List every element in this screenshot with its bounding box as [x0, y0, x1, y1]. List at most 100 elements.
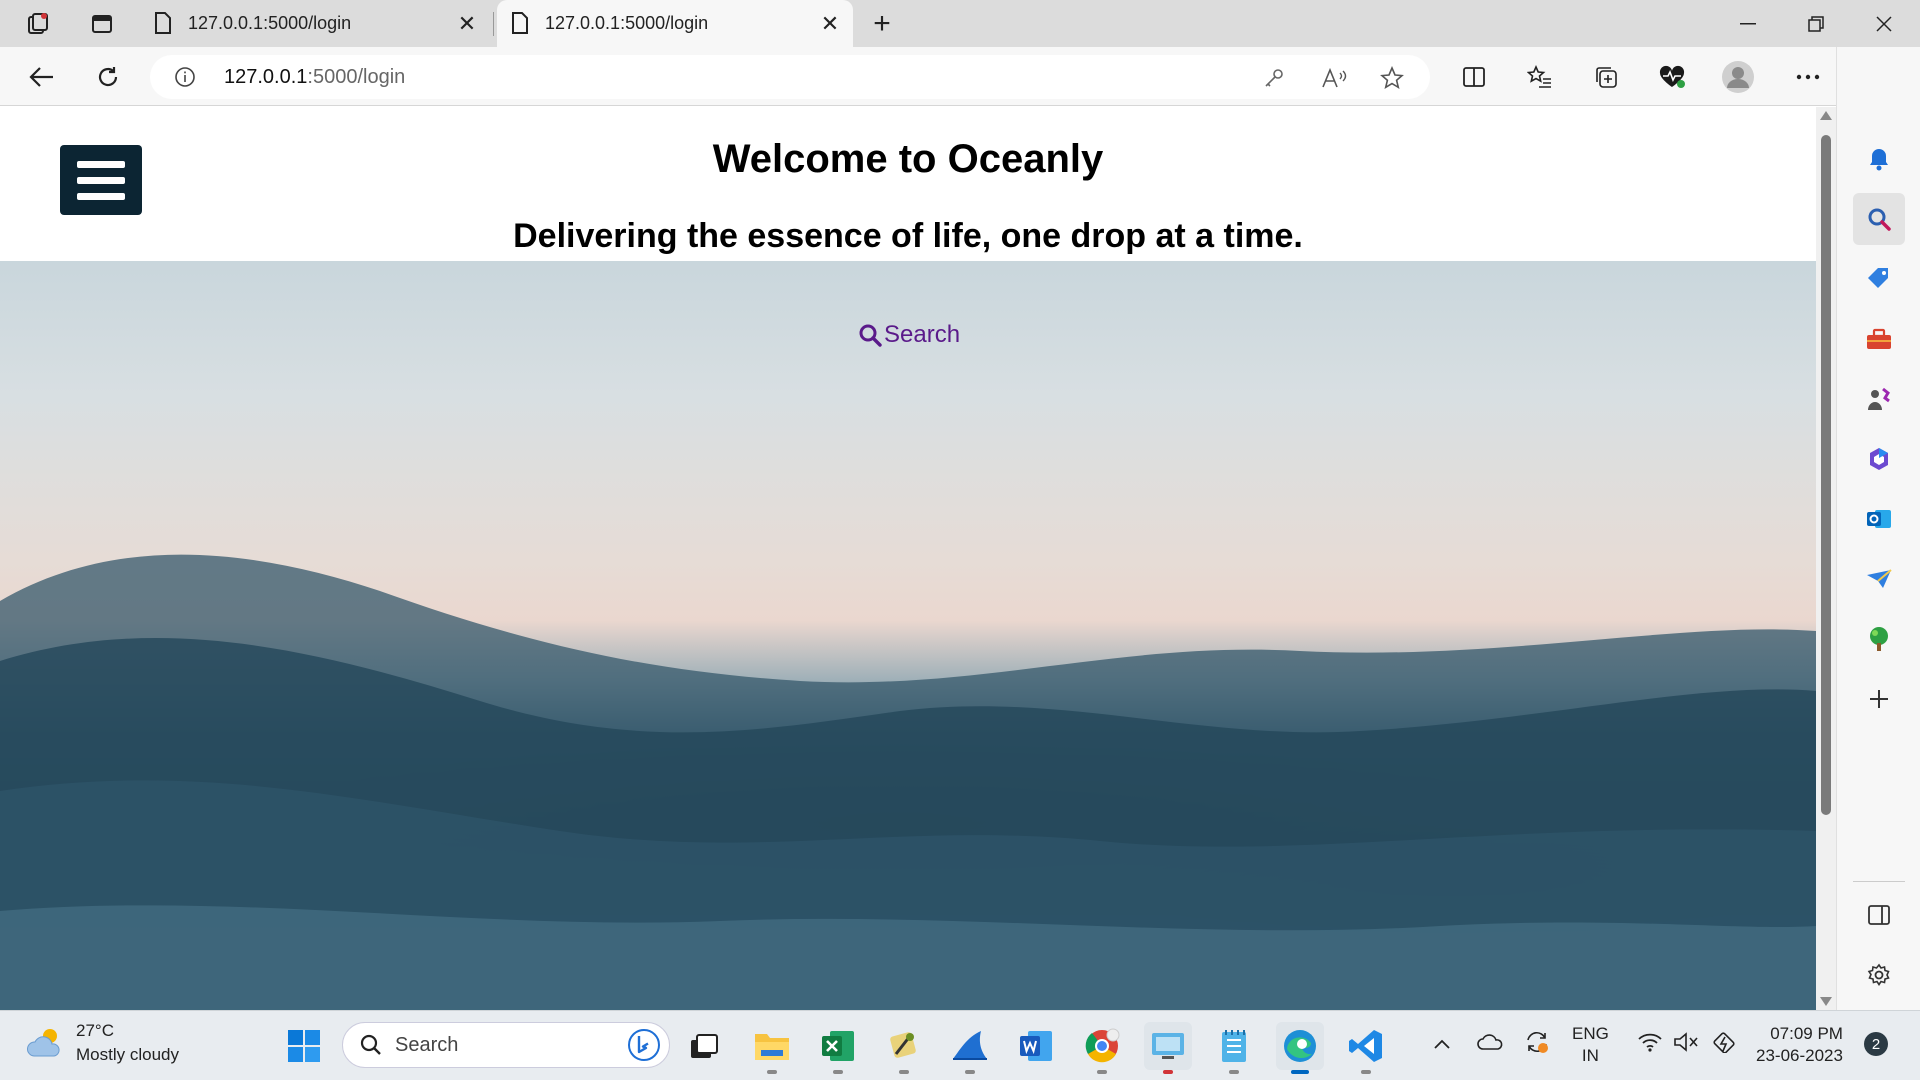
word-icon[interactable] — [1012, 1022, 1060, 1070]
search-link[interactable]: Search — [858, 321, 960, 349]
browser-essentials-button[interactable] — [1652, 57, 1692, 97]
battery-charging-icon[interactable] — [1710, 1027, 1740, 1057]
close-tab-icon[interactable]: ✕ — [452, 9, 482, 39]
tab-login-2[interactable]: 127.0.0.1:5000/login ✕ — [497, 0, 853, 47]
language-code: ENG — [1572, 1024, 1609, 1043]
wifi-icon[interactable] — [1636, 1027, 1664, 1057]
tab-separator — [493, 12, 494, 36]
tab-title: 127.0.0.1:5000/login — [188, 13, 352, 33]
running-indicator — [1361, 1070, 1371, 1074]
show-hidden-icons-chevron-icon[interactable] — [1430, 1029, 1454, 1059]
search-icon — [360, 1034, 381, 1055]
cloud-sun-icon — [27, 1029, 60, 1057]
running-indicator — [899, 1070, 909, 1074]
url-host: 127.0.0.1 — [224, 66, 308, 88]
url-path: :5000/login — [307, 66, 406, 88]
scroll-up-arrow-icon[interactable] — [1820, 111, 1832, 120]
system-clock[interactable]: 07:09 PM 23-06-2023 — [1756, 1023, 1843, 1067]
sync-icon[interactable] — [1522, 1027, 1552, 1057]
tab-login-1[interactable]: 127.0.0.1:5000/login ✕ — [140, 0, 490, 47]
collections-button[interactable] — [1586, 57, 1626, 97]
taskbar-search-placeholder: Search — [395, 1033, 459, 1056]
page-subtitle: Delivering the essence of life, one drop… — [513, 217, 1303, 255]
excel-icon[interactable] — [814, 1022, 862, 1074]
page-title: Welcome to Oceanly — [712, 137, 1104, 181]
edge-sidebar — [1836, 47, 1920, 1010]
sidebar-divider — [1853, 881, 1905, 882]
minimize-button[interactable] — [1718, 4, 1778, 44]
taskbar-search-box[interactable]: Search — [342, 1022, 670, 1068]
office-icon[interactable] — [1853, 433, 1905, 485]
url-text: 127.0.0.1:5000/login — [224, 66, 405, 89]
key-icon[interactable] — [1260, 64, 1288, 92]
sidebar-panel-icon[interactable] — [1853, 889, 1905, 941]
new-tab-button[interactable]: + — [866, 7, 898, 40]
browser-tab-bar: 127.0.0.1:5000/login ✕ 127.0.0.1:5000/lo… — [0, 0, 1920, 47]
task-view-icon[interactable] — [680, 1022, 728, 1070]
address-bar[interactable]: 127.0.0.1:5000/login — [150, 55, 1430, 99]
search-icon[interactable] — [1853, 193, 1905, 245]
ocean-waves-illustration — [0, 554, 1816, 1010]
restore-button[interactable] — [1786, 4, 1846, 44]
info-icon[interactable] — [174, 66, 196, 93]
games-icon[interactable] — [1853, 373, 1905, 425]
refresh-button[interactable] — [88, 57, 128, 97]
input-language-indicator[interactable]: ENG IN — [1572, 1023, 1609, 1067]
running-indicator — [1097, 1070, 1107, 1074]
tree-icon[interactable] — [1853, 613, 1905, 665]
back-button[interactable] — [22, 57, 62, 97]
start-button[interactable] — [280, 1022, 328, 1070]
tag-icon[interactable] — [1853, 253, 1905, 305]
windows-taskbar: 27°C Mostly cloudy Search ENG IN 07:09 P… — [0, 1010, 1920, 1080]
scroll-down-arrow-icon[interactable] — [1820, 997, 1832, 1006]
settings-gear-icon[interactable] — [1853, 949, 1905, 1001]
volume-muted-icon[interactable] — [1672, 1027, 1700, 1057]
clock-date: 23-06-2023 — [1756, 1046, 1843, 1065]
ocean-hero-image — [0, 261, 1816, 1010]
app-icon-shark[interactable] — [946, 1022, 994, 1074]
search-link-label: Search — [884, 321, 961, 348]
magnifier-icon — [859, 324, 882, 347]
running-indicator — [833, 1070, 843, 1074]
add-icon[interactable] — [1853, 673, 1905, 725]
favorite-star-icon[interactable] — [1378, 64, 1406, 92]
read-aloud-icon[interactable] — [1320, 64, 1348, 92]
chrome-icon[interactable] — [1078, 1022, 1126, 1074]
menu-bar — [77, 192, 125, 200]
workspaces-icon[interactable] — [22, 8, 54, 40]
weather-temp: 27°C — [76, 1021, 114, 1040]
running-indicator — [965, 1070, 975, 1074]
toolbox-icon[interactable] — [1853, 313, 1905, 365]
weather-widget[interactable]: 27°C Mostly cloudy — [26, 1019, 179, 1067]
more-options-icon[interactable] — [1788, 57, 1828, 97]
bing-icon[interactable] — [627, 1028, 661, 1062]
onedrive-cloud-icon[interactable] — [1476, 1027, 1506, 1057]
notification-count-badge[interactable]: 2 — [1864, 1032, 1888, 1056]
edge-icon[interactable] — [1276, 1022, 1324, 1074]
favorites-button[interactable] — [1520, 57, 1560, 97]
bell-icon[interactable] — [1853, 133, 1905, 185]
close-window-button[interactable] — [1854, 4, 1914, 44]
outlook-icon[interactable] — [1853, 493, 1905, 545]
browser-toolbar: 127.0.0.1:5000/login — [0, 47, 1920, 106]
drop-icon[interactable] — [1853, 553, 1905, 605]
notepad-icon[interactable] — [1210, 1022, 1258, 1074]
running-indicator — [1291, 1070, 1309, 1074]
vscode-icon[interactable] — [1342, 1022, 1390, 1074]
running-indicator — [1229, 1070, 1239, 1074]
split-screen-button[interactable] — [1454, 57, 1494, 97]
profile-avatar[interactable] — [1718, 57, 1758, 97]
page-icon — [511, 11, 531, 36]
page-scrollbar[interactable] — [1816, 107, 1836, 1010]
clock-time: 07:09 PM — [1770, 1024, 1843, 1043]
scroll-thumb[interactable] — [1821, 135, 1831, 815]
app-icon-tools[interactable] — [880, 1022, 928, 1074]
tab-title: 127.0.0.1:5000/login — [545, 13, 709, 33]
close-tab-icon[interactable]: ✕ — [815, 9, 845, 39]
tab-actions-icon[interactable] — [86, 8, 118, 40]
weather-desc: Mostly cloudy — [76, 1045, 179, 1064]
page-viewport: Welcome to Oceanly Delivering the essenc… — [0, 107, 1816, 1010]
file-explorer-icon[interactable] — [748, 1022, 796, 1074]
running-indicator — [767, 1070, 777, 1074]
app-icon-snipping[interactable] — [1144, 1022, 1192, 1074]
